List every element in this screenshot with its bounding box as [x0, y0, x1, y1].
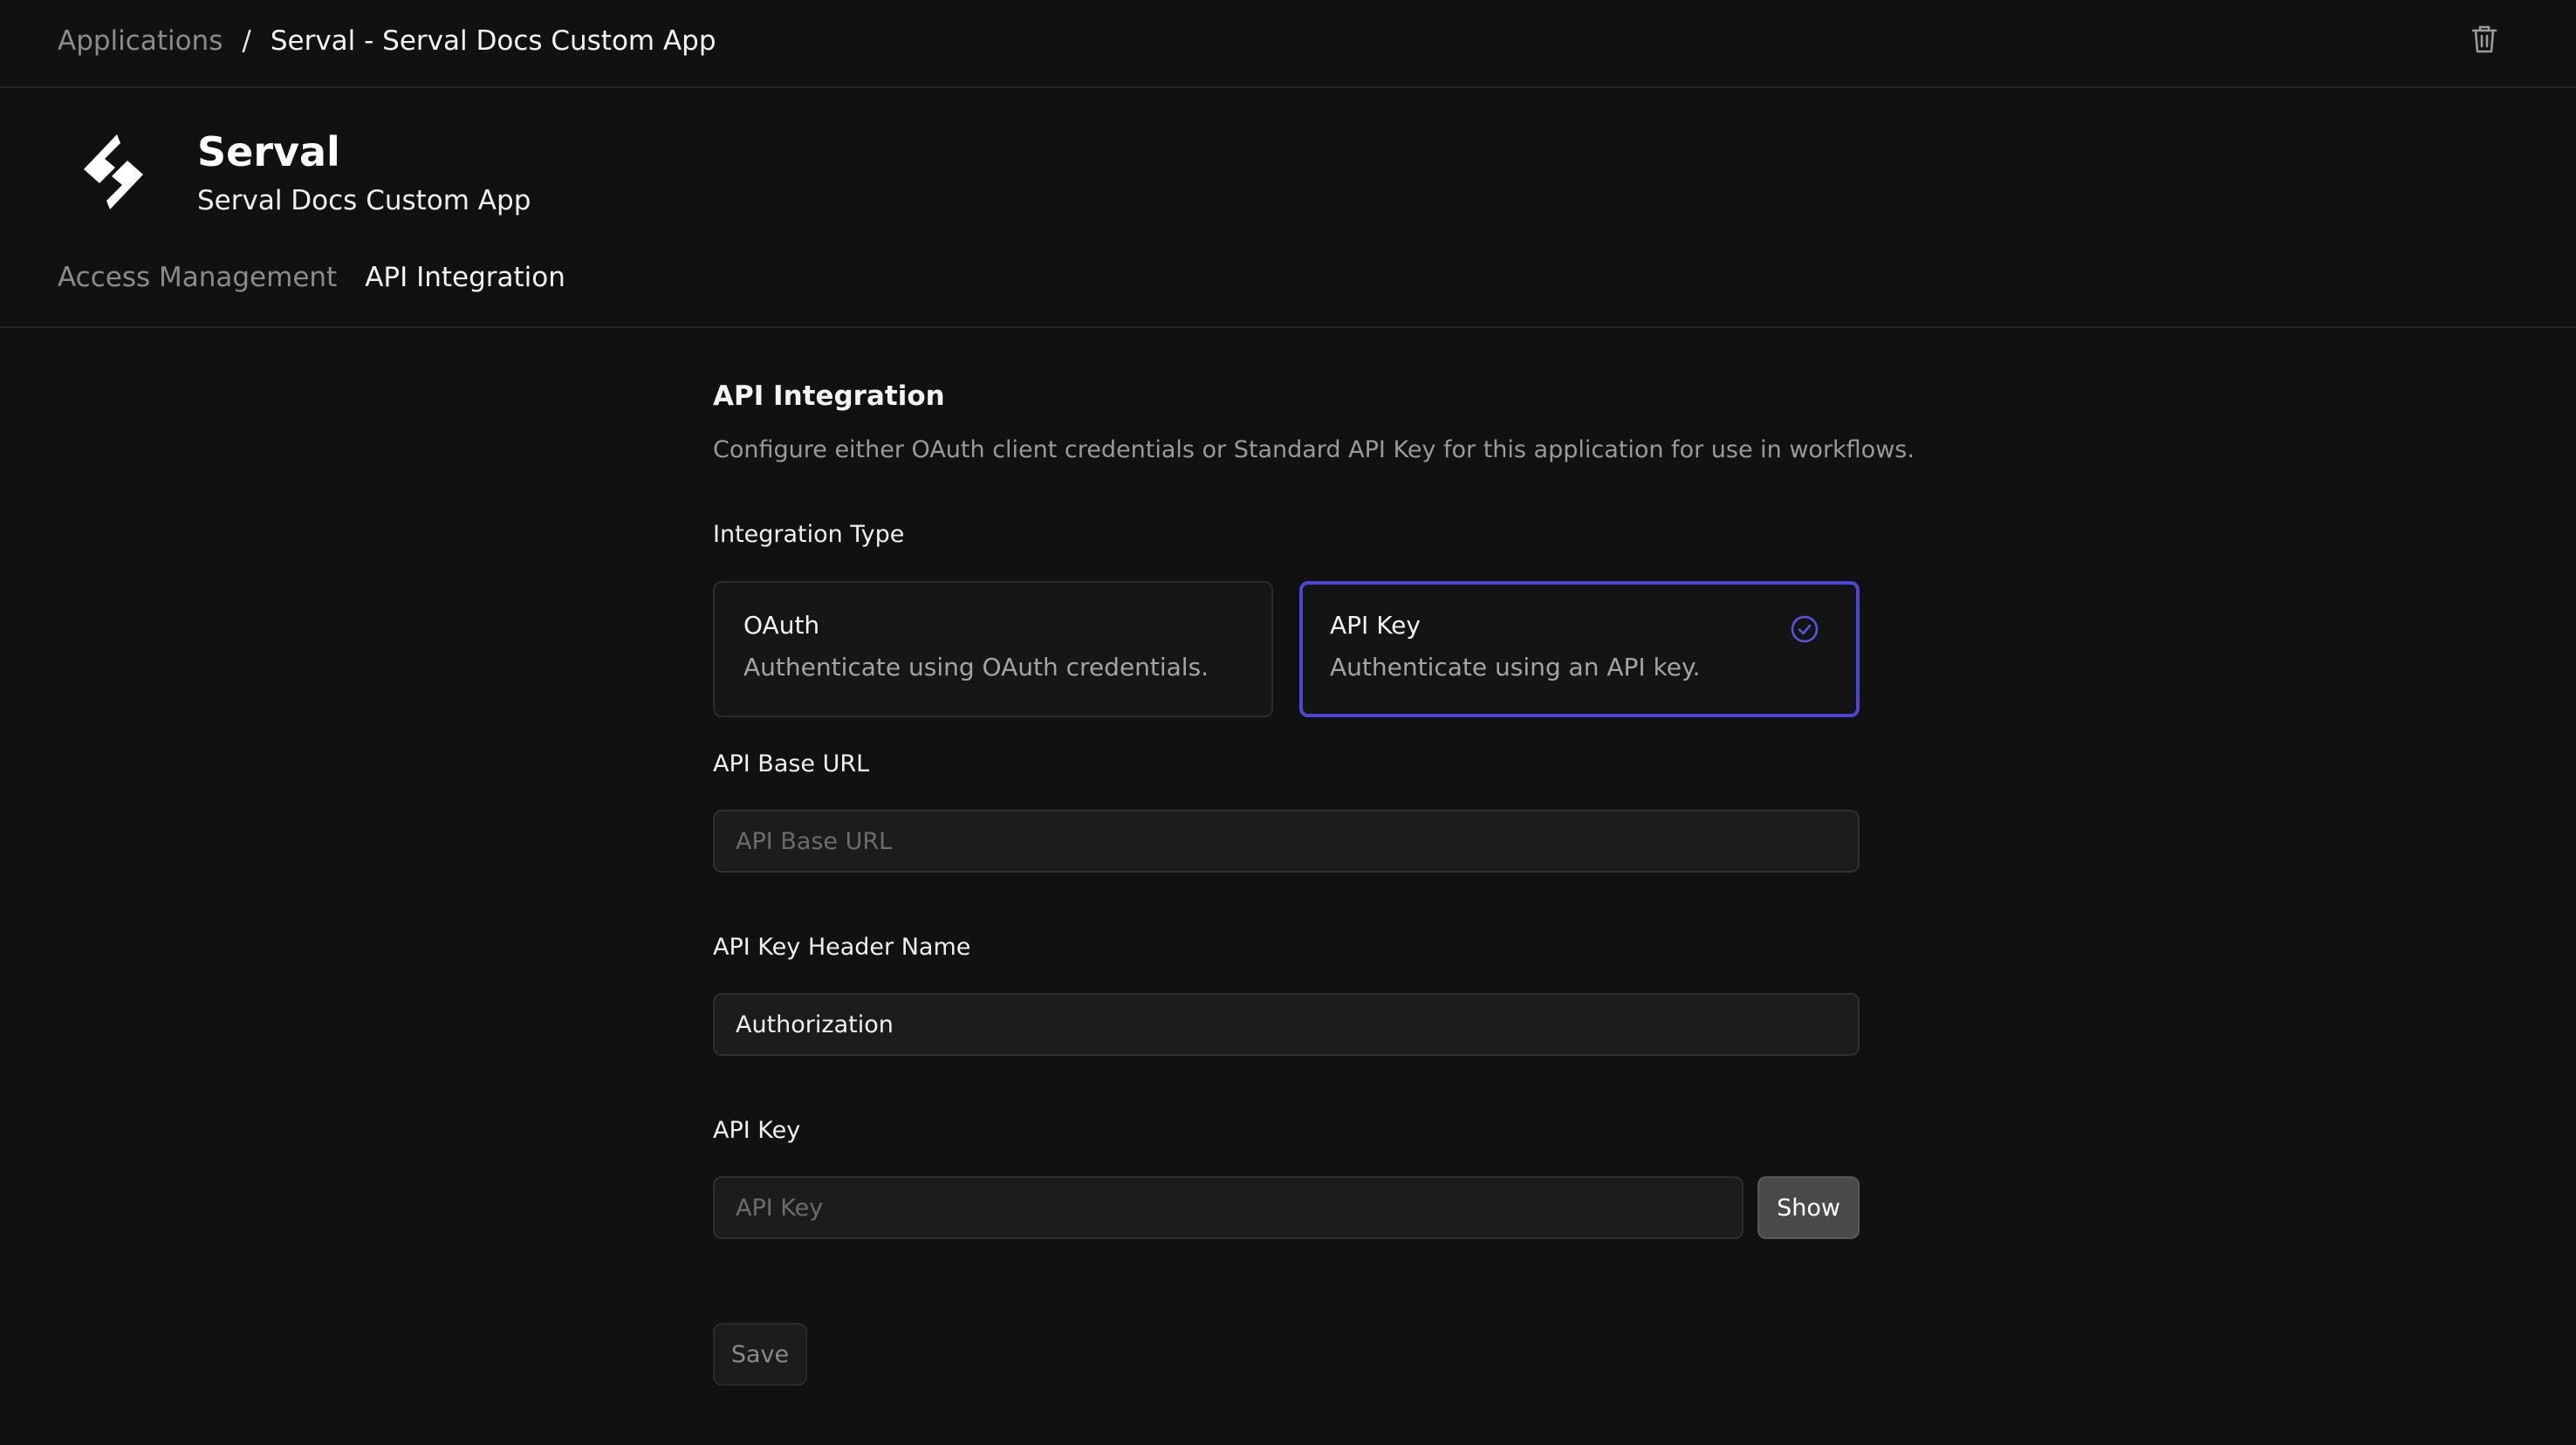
api-key-label: API Key	[713, 1117, 800, 1144]
app-subtitle: Serval Docs Custom App	[197, 181, 531, 220]
api-key-header-name-input[interactable]: Authorization	[713, 993, 1860, 1056]
api-key-option-card[interactable]: API Key Authenticate using an API key.	[1299, 581, 1860, 717]
api-base-url-label: API Base URL	[713, 750, 869, 777]
top-bar: Applications / Serval - Serval Docs Cust…	[0, 0, 2576, 88]
check-circle-icon	[1790, 614, 1819, 644]
tab-api-integration[interactable]: API Integration	[365, 258, 565, 297]
breadcrumb-applications-link[interactable]: Applications	[58, 25, 223, 57]
tab-access-management[interactable]: Access Management	[58, 258, 337, 297]
oauth-option-description: Authenticate using OAuth credentials.	[743, 653, 1209, 681]
oauth-option-title: OAuth	[743, 611, 819, 640]
show-api-key-button[interactable]: Show	[1757, 1176, 1860, 1239]
serval-logo-icon	[73, 133, 154, 211]
api-key-header-name-label: API Key Header Name	[713, 934, 970, 961]
tab-bar: Access Management API Integration	[58, 258, 565, 297]
oauth-option-card[interactable]: OAuth Authenticate using OAuth credentia…	[713, 581, 1273, 717]
section-description: Configure either OAuth client credential…	[713, 436, 1915, 463]
api-key-input[interactable]: API Key	[713, 1176, 1744, 1239]
api-key-option-description: Authenticate using an API key.	[1330, 653, 1700, 681]
api-key-option-title: API Key	[1330, 611, 1421, 640]
integration-type-label: Integration Type	[713, 521, 904, 548]
save-button[interactable]: Save	[713, 1323, 807, 1386]
app-name: Serval	[197, 127, 340, 176]
section-title: API Integration	[713, 380, 945, 412]
api-base-url-input[interactable]: API Base URL	[713, 810, 1860, 873]
breadcrumb: Applications / Serval - Serval Docs Cust…	[58, 19, 716, 63]
breadcrumb-current: Serval - Serval Docs Custom App	[271, 25, 716, 57]
trash-icon[interactable]	[2470, 24, 2499, 55]
header-divider	[0, 326, 2576, 328]
breadcrumb-separator: /	[242, 25, 250, 57]
